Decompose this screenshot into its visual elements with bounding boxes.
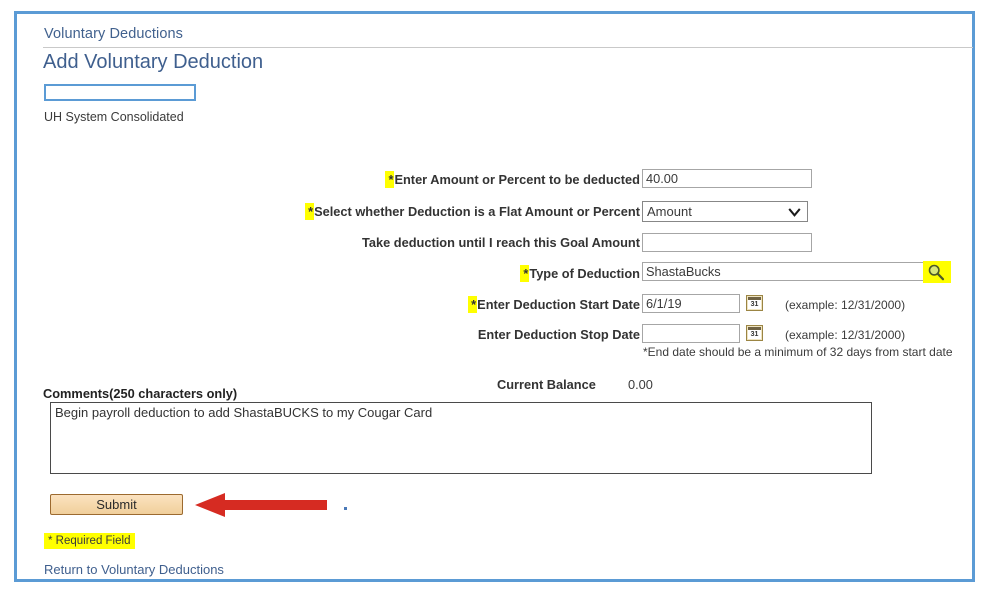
label-type-of-deduction: *Type of Deduction xyxy=(520,263,640,285)
breadcrumb-divider xyxy=(43,47,973,48)
required-field-legend: * Required Field xyxy=(44,533,135,549)
hint-start-date: (example: 12/31/2000) xyxy=(785,298,905,312)
lookup-button-type-of-deduction[interactable] xyxy=(923,261,951,283)
company-name: UH System Consolidated xyxy=(44,110,184,124)
required-star: * xyxy=(468,296,477,313)
end-date-note: *End date should be a minimum of 32 days… xyxy=(643,345,973,360)
page-title: Add Voluntary Deduction xyxy=(43,51,263,74)
hint-stop-date: (example: 12/31/2000) xyxy=(785,328,905,342)
input-deduction-start-date[interactable] xyxy=(642,294,740,313)
required-star: * xyxy=(305,203,314,220)
row-deduction-stop-date: Enter Deduction Stop Date xyxy=(417,324,640,346)
row-amount-or-percent: *Enter Amount or Percent to be deducted xyxy=(167,169,640,191)
label-amount-or-percent: *Enter Amount or Percent to be deducted xyxy=(385,169,640,191)
label-comments: Comments(250 characters only) xyxy=(43,386,237,401)
input-type-of-deduction[interactable] xyxy=(642,262,924,281)
calendar-icon-start-date[interactable]: 31 xyxy=(746,295,763,311)
input-goal-amount[interactable] xyxy=(642,233,812,252)
required-star: * xyxy=(520,265,529,282)
row-type-of-deduction: *Type of Deduction xyxy=(417,263,640,285)
calendar-icon-day: 31 xyxy=(748,330,761,339)
value-current-balance: 0.00 xyxy=(628,377,653,392)
breadcrumb[interactable]: Voluntary Deductions xyxy=(44,26,183,42)
return-to-voluntary-deductions-link[interactable]: Return to Voluntary Deductions xyxy=(44,562,224,577)
select-flat-amount-or-percent[interactable]: Amount xyxy=(642,201,808,222)
comments-textarea[interactable] xyxy=(50,402,872,474)
calendar-icon-stop-date[interactable]: 31 xyxy=(746,325,763,341)
input-deduction-stop-date[interactable] xyxy=(642,324,740,343)
row-goal-amount: Take deduction until I reach this Goal A… xyxy=(267,232,640,254)
select-value: Amount xyxy=(647,202,692,221)
chevron-down-icon xyxy=(788,206,801,219)
screenshot-root: Voluntary Deductions Add Voluntary Deduc… xyxy=(0,0,991,602)
label-deduction-start-date: *Enter Deduction Start Date xyxy=(468,294,640,316)
row-deduction-start-date: *Enter Deduction Start Date xyxy=(417,294,640,316)
label-flat-amount-or-percent: *Select whether Deduction is a Flat Amou… xyxy=(305,201,640,223)
content-frame: Voluntary Deductions Add Voluntary Deduc… xyxy=(14,11,975,582)
input-amount-or-percent[interactable] xyxy=(642,169,812,188)
calendar-icon-day: 31 xyxy=(748,300,761,309)
submit-button[interactable]: Submit xyxy=(50,494,183,515)
search-icon xyxy=(927,263,945,281)
red-left-arrow-annotation xyxy=(195,493,327,517)
label-current-balance: Current Balance xyxy=(497,377,596,392)
blue-dot-mark xyxy=(344,507,347,510)
label-goal-amount: Take deduction until I reach this Goal A… xyxy=(358,232,640,254)
logo-placeholder-box xyxy=(44,84,196,101)
label-deduction-stop-date: Enter Deduction Stop Date xyxy=(474,324,640,346)
row-flat-amount-or-percent: *Select whether Deduction is a Flat Amou… xyxy=(137,201,640,223)
